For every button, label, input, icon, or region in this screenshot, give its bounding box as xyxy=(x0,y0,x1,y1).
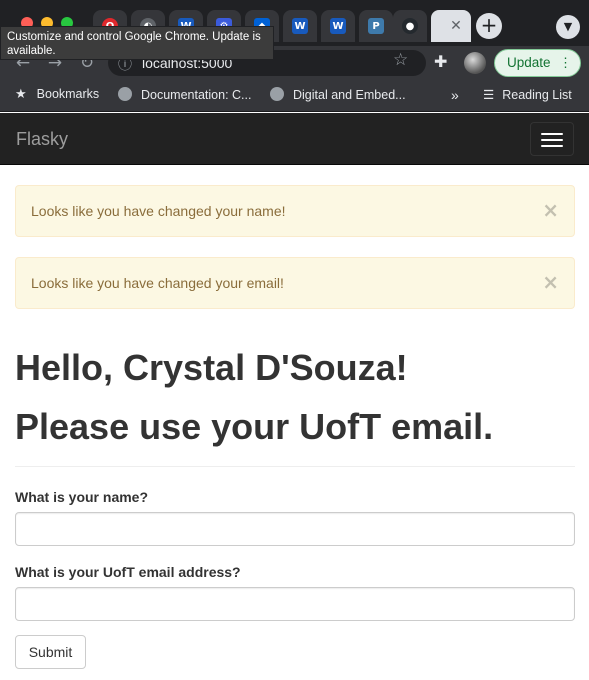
reading-list-button[interactable]: ☰ Reading List xyxy=(483,87,572,102)
word-icon: W xyxy=(292,18,308,34)
close-icon[interactable]: × xyxy=(542,200,559,220)
update-button[interactable]: Update ⋮ xyxy=(494,49,581,77)
active-tab[interactable]: ✕ xyxy=(431,10,471,42)
browser-tab[interactable]: ● xyxy=(393,10,427,42)
globe-icon xyxy=(118,87,132,101)
browser-tab[interactable]: W xyxy=(283,10,317,42)
bookmark-item[interactable]: ★ Bookmarks xyxy=(15,87,99,102)
bookmark-star-icon[interactable]: ☆ xyxy=(393,50,408,70)
greeting-heading: Hello, Crystal D'Souza! xyxy=(15,347,408,388)
extensions-puzzle-icon[interactable]: ✚ xyxy=(434,52,447,71)
chrome-menu-tooltip: Customize and control Google Chrome. Upd… xyxy=(0,26,274,60)
word-icon: W xyxy=(330,18,346,34)
name-input[interactable] xyxy=(15,512,575,546)
reading-list-icon: ☰ xyxy=(483,87,495,102)
alert-message: Looks like you have changed your email! xyxy=(31,275,284,291)
close-icon[interactable]: × xyxy=(542,272,559,292)
new-tab-button[interactable]: + xyxy=(476,13,502,39)
bookmarks-overflow-button[interactable]: » xyxy=(451,87,459,103)
instruction-heading: Please use your UofT email. xyxy=(15,406,494,447)
tab-search-button[interactable]: ▼ xyxy=(556,15,580,39)
navbar-brand[interactable]: Flasky xyxy=(16,129,68,150)
submit-button[interactable]: Submit xyxy=(15,635,86,669)
flash-alert-email: Looks like you have changed your email! … xyxy=(15,257,575,309)
alert-message: Looks like you have changed your name! xyxy=(31,203,286,219)
flash-alert-name: Looks like you have changed your name! × xyxy=(15,185,575,237)
bookmark-item[interactable]: Documentation: C... xyxy=(118,87,251,102)
bookmark-label: Documentation: C... xyxy=(141,88,252,102)
piazza-icon: P xyxy=(368,18,384,34)
hamburger-bar xyxy=(541,145,563,147)
hamburger-bar xyxy=(541,133,563,135)
bookmark-item[interactable]: Digital and Embed... xyxy=(270,87,406,102)
globe-icon xyxy=(270,87,284,101)
profile-avatar[interactable] xyxy=(464,52,486,74)
hamburger-bar xyxy=(541,139,563,141)
menu-dots-icon: ⋮ xyxy=(559,55,572,70)
reading-list-label: Reading List xyxy=(502,88,572,102)
bookmark-label: Bookmarks xyxy=(36,87,100,101)
navbar-toggle-button[interactable] xyxy=(530,122,574,156)
browser-tab[interactable]: W xyxy=(321,10,355,42)
bookmark-label: Digital and Embed... xyxy=(293,88,406,102)
name-label: What is your name? xyxy=(15,489,149,505)
star-icon: ★ xyxy=(15,87,27,102)
browser-tab[interactable]: P xyxy=(359,10,393,42)
update-label: Update xyxy=(507,55,551,70)
tab-close-icon[interactable]: ✕ xyxy=(450,18,462,34)
divider xyxy=(15,466,575,467)
github-icon: ● xyxy=(402,18,418,34)
email-input[interactable] xyxy=(15,587,575,621)
top-navbar: Flasky xyxy=(0,113,589,165)
bookmarks-bar: ★ Bookmarks Documentation: C... Digital a… xyxy=(0,80,589,112)
email-label: What is your UofT email address? xyxy=(15,564,241,580)
